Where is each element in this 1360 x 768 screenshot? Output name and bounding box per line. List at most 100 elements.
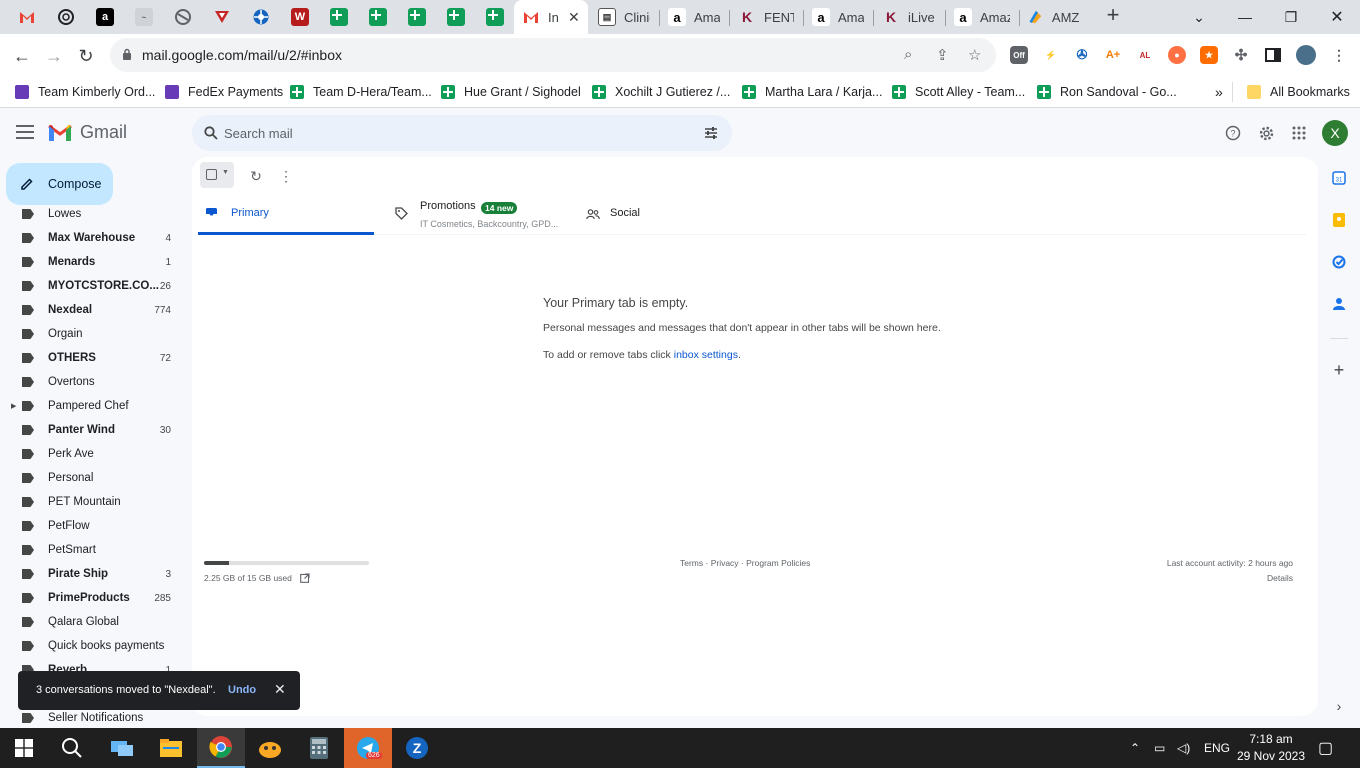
gmail-logo[interactable]: Gmail [48, 122, 127, 143]
computer-app-icon[interactable] [98, 728, 146, 768]
browser-tab[interactable]: a Amaz [660, 0, 728, 34]
browser-tab[interactable] [400, 0, 434, 34]
browser-tab[interactable] [439, 0, 473, 34]
browser-tab[interactable]: K FENTY [730, 0, 802, 34]
browser-tab[interactable] [361, 0, 395, 34]
browser-tab[interactable] [322, 0, 356, 34]
label-item[interactable]: MYOTCSTORE.CO... 26 [0, 274, 192, 298]
browser-tab[interactable] [49, 0, 83, 34]
label-item[interactable]: Lowes [0, 206, 192, 226]
browser-tab[interactable]: ▤ Cliniq [590, 0, 658, 34]
calendar-icon[interactable]: 31 [1331, 170, 1347, 186]
label-item[interactable]: OTHERS 72 [0, 346, 192, 370]
all-bookmarks[interactable]: All Bookmarks [1232, 82, 1350, 102]
browser-tab[interactable]: K iLive E [874, 0, 944, 34]
share-icon[interactable]: ⇪ [936, 46, 949, 64]
footer-links[interactable]: Terms · Privacy · Program Policies [680, 558, 810, 568]
notifications-icon[interactable]: ▢ [1318, 728, 1333, 768]
close-window-icon[interactable]: ✕ [1314, 0, 1360, 34]
more-options-icon[interactable]: ⋮ [277, 167, 295, 185]
select-all-checkbox[interactable]: ▼ [200, 162, 234, 188]
bookmarks-overflow-icon[interactable]: » [1215, 82, 1223, 102]
settings-gear-icon[interactable] [1255, 122, 1277, 144]
extension-icon[interactable]: ⚡ [1042, 46, 1060, 64]
bookmark-item[interactable]: Martha Lara / Karja... [742, 82, 882, 102]
tab-promotions[interactable]: Promotions 14 new IT Cosmetics, Backcoun… [391, 195, 581, 235]
browser-tab[interactable]: AMZ [1020, 0, 1090, 34]
label-item[interactable]: Orgain [0, 322, 192, 346]
extension-plus-icon[interactable]: A+ [1104, 46, 1122, 64]
account-avatar[interactable]: X [1322, 120, 1348, 146]
browser-tab[interactable]: a [88, 0, 122, 34]
back-icon[interactable]: ← [8, 42, 36, 70]
network-icon[interactable]: ▭ [1154, 728, 1165, 768]
extension-wheel-icon[interactable]: ✇ [1073, 46, 1091, 64]
browser-tab[interactable]: a Amaz [946, 0, 1018, 34]
label-item[interactable]: Menards 1 [0, 250, 192, 274]
side-panel-icon[interactable] [1264, 46, 1282, 64]
tab-close-icon[interactable]: ✕ [568, 9, 580, 26]
label-item[interactable]: PetFlow [0, 514, 192, 538]
telegram-icon[interactable]: 626 [344, 728, 392, 768]
browser-tab[interactable]: a Amaz [804, 0, 872, 34]
bookmark-item[interactable]: Hue Grant / Sighodel [441, 82, 581, 102]
browser-tab[interactable] [478, 0, 512, 34]
bookmark-item[interactable]: Xochilt J Gutierez /... [592, 82, 730, 102]
search-icon[interactable] [204, 126, 218, 140]
tab-search-icon[interactable]: ⌄ [1176, 0, 1222, 34]
minimize-icon[interactable]: — [1222, 0, 1268, 34]
label-item[interactable]: Max Warehouse 4 [0, 226, 192, 250]
search-options-icon[interactable] [704, 126, 718, 140]
show-hidden-icons[interactable]: ⌃ [1130, 728, 1140, 768]
inbox-settings-link[interactable]: inbox settings [674, 349, 738, 361]
browser-tab[interactable] [10, 0, 44, 34]
browser-tab[interactable] [244, 0, 278, 34]
open-in-new-icon[interactable] [300, 573, 310, 583]
label-item[interactable]: Perk Ave [0, 442, 192, 466]
extension-star-icon[interactable]: ★ [1200, 46, 1218, 64]
close-icon[interactable]: ✕ [274, 681, 286, 698]
google-apps-icon[interactable] [1288, 122, 1310, 144]
search-input[interactable] [224, 115, 684, 151]
label-item[interactable]: Qalara Global [0, 610, 192, 634]
bookmark-item[interactable]: Ron Sandoval - Go... [1037, 82, 1177, 102]
browser-tab-active[interactable]: In ✕ [514, 0, 588, 34]
get-addons-icon[interactable]: + [1331, 360, 1347, 380]
label-item[interactable]: PET Mountain [0, 490, 192, 514]
browser-tab[interactable] [205, 0, 239, 34]
zoho-app-icon[interactable]: Z [393, 728, 441, 768]
extension-off-icon[interactable]: Off [1010, 46, 1028, 64]
contacts-icon[interactable] [1331, 296, 1347, 312]
label-item[interactable]: PrimeProducts 285 [0, 586, 192, 610]
bookmark-item[interactable]: Team Kimberly Ord... [15, 82, 155, 102]
browser-tab[interactable]: ~ [127, 0, 161, 34]
taskbar-clock[interactable]: 7:18 am 29 Nov 2023 [1236, 731, 1306, 765]
label-item[interactable]: Quick books payments [0, 634, 192, 658]
bookmark-item[interactable]: Scott Alley - Team... [892, 82, 1025, 102]
main-menu-icon[interactable] [16, 125, 34, 139]
tab-social[interactable]: Social [584, 195, 704, 235]
zoom-icon[interactable]: ⌕ [904, 46, 912, 63]
label-item[interactable]: Pirate Ship 3 [0, 562, 192, 586]
new-tab-icon[interactable]: + [1102, 4, 1124, 27]
file-explorer-icon[interactable] [147, 728, 195, 768]
reload-icon[interactable]: ↻ [72, 42, 100, 70]
chrome-menu-icon[interactable]: ⋮ [1330, 46, 1348, 64]
extensions-puzzle-icon[interactable]: ✣ [1232, 46, 1250, 64]
duck-app-icon[interactable] [246, 728, 294, 768]
bookmark-item[interactable]: FedEx Payments [165, 82, 283, 102]
extension-orange-icon[interactable]: ● [1168, 46, 1186, 64]
help-icon[interactable]: ? [1222, 122, 1244, 144]
calculator-icon[interactable] [295, 728, 343, 768]
browser-tab[interactable] [166, 0, 200, 34]
tab-primary[interactable]: Primary [198, 195, 374, 235]
details-link[interactable]: Details [1267, 573, 1293, 583]
undo-button[interactable]: Undo [228, 684, 256, 696]
restore-icon[interactable]: ❐ [1268, 0, 1314, 34]
label-item[interactable]: ▶ Pampered Chef [0, 394, 192, 418]
extension-alert-icon[interactable]: AL [1136, 46, 1154, 64]
tasks-icon[interactable] [1331, 254, 1347, 270]
compose-button[interactable]: Compose [6, 163, 113, 205]
label-item[interactable]: PetSmart [0, 538, 192, 562]
expand-side-panel-icon[interactable]: › [1331, 698, 1347, 714]
